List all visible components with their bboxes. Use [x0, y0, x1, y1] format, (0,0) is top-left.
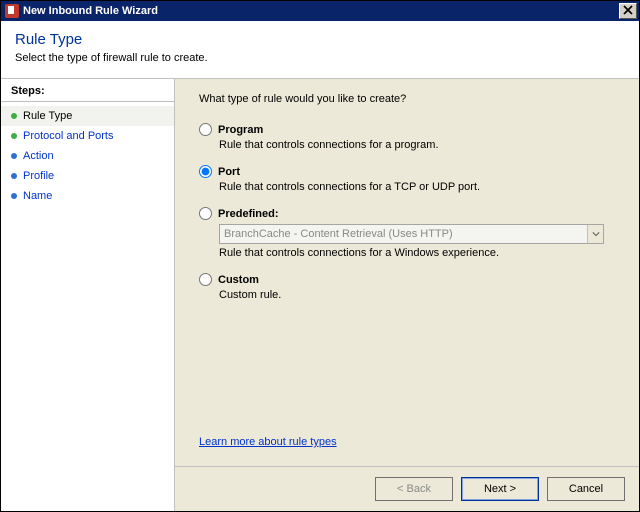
page-title: Rule Type: [15, 31, 625, 48]
dropdown-value: BranchCache - Content Retrieval (Uses HT…: [224, 228, 453, 240]
predefined-dropdown[interactable]: BranchCache - Content Retrieval (Uses HT…: [219, 224, 604, 244]
learn-more: Learn more about rule types: [199, 436, 619, 448]
firewall-icon: [5, 4, 19, 18]
chevron-down-icon: [587, 225, 603, 243]
steps-list: Rule Type Protocol and Ports Action Prof…: [1, 102, 174, 210]
step-action[interactable]: Action: [1, 146, 174, 166]
option-desc: Rule that controls connections for a TCP…: [219, 181, 619, 193]
step-label: Protocol and Ports: [23, 130, 114, 142]
step-name[interactable]: Name: [1, 186, 174, 206]
prompt-text: What type of rule would you like to crea…: [199, 93, 619, 105]
next-button[interactable]: Next >: [461, 477, 539, 501]
back-button[interactable]: < Back: [375, 477, 453, 501]
option-label: Predefined:: [218, 208, 279, 220]
close-icon: [623, 4, 633, 18]
step-profile[interactable]: Profile: [1, 166, 174, 186]
option-label: Custom: [218, 274, 259, 286]
window-title: New Inbound Rule Wizard: [23, 5, 158, 17]
header: Rule Type Select the type of firewall ru…: [1, 21, 639, 79]
step-label: Name: [23, 190, 52, 202]
option-custom: Custom Custom rule.: [199, 273, 619, 301]
steps-sidebar: Steps: Rule Type Protocol and Ports Acti…: [1, 79, 175, 511]
radio-port[interactable]: [199, 165, 212, 178]
bullet-icon: [11, 133, 17, 139]
main-panel: What type of rule would you like to crea…: [175, 79, 639, 511]
wizard-window: New Inbound Rule Wizard Rule Type Select…: [0, 0, 640, 512]
option-desc: Rule that controls connections for a Win…: [219, 247, 619, 259]
option-label: Program: [218, 124, 263, 136]
option-desc: Custom rule.: [219, 289, 619, 301]
radio-predefined[interactable]: [199, 207, 212, 220]
footer: < Back Next > Cancel: [175, 466, 639, 511]
steps-title: Steps:: [1, 79, 174, 102]
bullet-icon: [11, 113, 17, 119]
step-label: Rule Type: [23, 110, 72, 122]
step-protocol-and-ports[interactable]: Protocol and Ports: [1, 126, 174, 146]
option-program: Program Rule that controls connections f…: [199, 123, 619, 151]
titlebar-left: New Inbound Rule Wizard: [5, 4, 158, 18]
page-subtitle: Select the type of firewall rule to crea…: [15, 52, 625, 64]
titlebar: New Inbound Rule Wizard: [1, 1, 639, 21]
cancel-button[interactable]: Cancel: [547, 477, 625, 501]
bullet-icon: [11, 153, 17, 159]
learn-more-link[interactable]: Learn more about rule types: [199, 436, 337, 448]
close-button[interactable]: [619, 3, 637, 19]
step-label: Action: [23, 150, 54, 162]
option-label: Port: [218, 166, 240, 178]
option-desc: Rule that controls connections for a pro…: [219, 139, 619, 151]
step-rule-type[interactable]: Rule Type: [1, 106, 174, 126]
bullet-icon: [11, 193, 17, 199]
option-port: Port Rule that controls connections for …: [199, 165, 619, 193]
option-predefined: Predefined: BranchCache - Content Retrie…: [199, 207, 619, 259]
bullet-icon: [11, 173, 17, 179]
body: Steps: Rule Type Protocol and Ports Acti…: [1, 79, 639, 511]
radio-custom[interactable]: [199, 273, 212, 286]
step-label: Profile: [23, 170, 54, 182]
radio-program[interactable]: [199, 123, 212, 136]
